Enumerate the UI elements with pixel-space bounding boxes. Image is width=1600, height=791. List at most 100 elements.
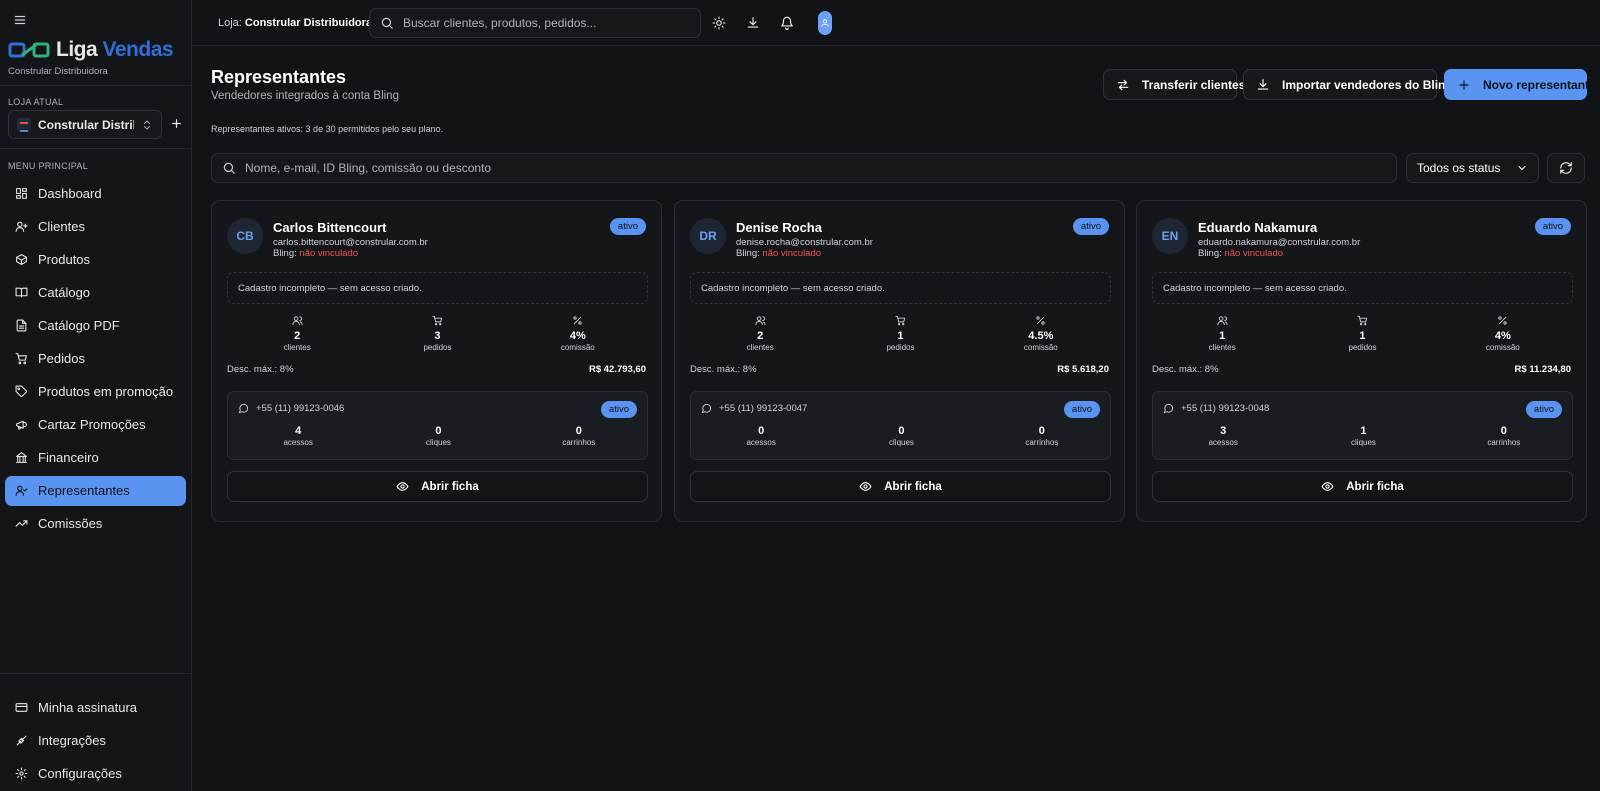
user-check-icon <box>15 484 28 497</box>
open-profile-button[interactable]: Abrir ficha <box>690 471 1111 502</box>
file-icon <box>15 319 28 332</box>
chevron-updown-icon <box>141 119 153 131</box>
incomplete-notice: Cadastro incompleto — sem acesso criado. <box>1152 272 1573 304</box>
sidebar-item-comissoes[interactable]: Comissões <box>5 509 186 539</box>
avatar: CB <box>227 218 263 254</box>
representatives-search-input[interactable] <box>245 161 1396 175</box>
avatar: DR <box>690 218 726 254</box>
stat-value: 2 <box>294 330 301 342</box>
bell-icon[interactable] <box>779 15 795 31</box>
page-subtitle: Vendedores integrados à conta Bling <box>211 90 399 102</box>
menu-icon[interactable] <box>12 12 28 28</box>
menu-label: MENU PRINCIPAL <box>8 161 89 171</box>
max-discount: Desc. máx.: 8% <box>690 364 757 375</box>
stat-label: pedidos <box>1348 343 1377 352</box>
representative-name: Eduardo Nakamura <box>1198 220 1318 235</box>
sidebar-item-label: Cartaz Promoções <box>38 417 146 433</box>
current-store-label: LOJA ATUAL <box>8 97 64 107</box>
phone: +55 (11) 99123-0048 <box>1163 403 1269 414</box>
sales-amount: R$ 11.234,80 <box>1514 364 1571 375</box>
message-icon <box>238 403 249 414</box>
sidebar-item-catalogo-pdf[interactable]: Catálogo PDF <box>5 310 186 340</box>
representative-card: CB Carlos Bittencourt carlos.bittencourt… <box>211 200 662 522</box>
contact-stats: 0 acessos 0 cliques 0 carrinhos <box>691 425 1112 447</box>
sidebar-item-pedidos[interactable]: Pedidos <box>5 343 186 373</box>
swap-icon <box>1116 78 1130 92</box>
user-icon <box>821 19 829 27</box>
stat-commission: 4.5% comissão <box>971 314 1111 352</box>
stat-label: comissão <box>560 343 595 352</box>
refresh-icon <box>1559 161 1573 175</box>
download-icon[interactable] <box>745 15 761 31</box>
sidebar-item-catalogo[interactable]: Catálogo <box>5 277 186 307</box>
stats-row: 2 clientes 1 pedidos 4.5% comissão <box>690 314 1111 352</box>
stat-accesses: 0 acessos <box>746 425 776 447</box>
stat-commission: 4% comissão <box>1433 314 1573 352</box>
contact-stats: 3 acessos 1 cliques 0 carrinhos <box>1153 425 1574 447</box>
stat-clients: 2 clientes <box>690 314 830 352</box>
sidebar-item-label: Catálogo <box>38 284 91 300</box>
transfer-clients-button[interactable]: Transferir clientes <box>1103 69 1245 100</box>
dashboard-icon <box>15 187 28 200</box>
divider <box>0 148 192 149</box>
sidebar-item-label: Comissões <box>38 516 103 532</box>
store-selector[interactable]: Constrular Distrib... <box>8 110 162 139</box>
sidebar-item-minha-assinatura[interactable]: Minha assinatura <box>5 692 186 722</box>
representative-name: Denise Rocha <box>736 220 822 235</box>
message-icon <box>1163 403 1174 414</box>
store-selector-name: Constrular Distrib... <box>38 117 134 132</box>
sidebar-item-dashboard[interactable]: Dashboard <box>5 178 186 208</box>
status-filter-select[interactable]: Todos os status <box>1406 153 1539 183</box>
representative-email: denise.rocha@constrular.com.br <box>736 237 873 248</box>
sidebar-item-integracoes[interactable]: Integrações <box>5 725 186 755</box>
sidebar-item-label: Integrações <box>38 732 106 748</box>
tag-icon <box>15 385 28 398</box>
contact-stats: 4 acessos 0 cliques 0 carrinhos <box>228 425 649 447</box>
sun-icon[interactable] <box>711 15 727 31</box>
open-profile-button[interactable]: Abrir ficha <box>1152 471 1573 502</box>
credit-card-icon <box>15 701 28 714</box>
global-search[interactable] <box>369 8 701 38</box>
users-icon <box>1217 314 1228 326</box>
import-bling-button[interactable]: Importar vendedores do Bling <box>1243 69 1453 100</box>
message-icon <box>701 403 712 414</box>
top-bar: Loja: Constrular Distribuidora <box>192 0 1600 46</box>
users-icon <box>755 314 766 326</box>
sidebar-item-configuracoes[interactable]: Configurações <box>5 758 186 788</box>
bling-status: Bling: não vinculado <box>736 248 822 259</box>
new-representative-button[interactable]: Novo representante <box>1444 69 1596 100</box>
cart-icon <box>432 314 443 326</box>
stat-value: 1 <box>897 330 904 342</box>
sidebar-item-financeiro[interactable]: Financeiro <box>5 443 186 473</box>
incomplete-notice: Cadastro incompleto — sem acesso criado. <box>227 272 648 304</box>
add-store-icon[interactable] <box>170 117 183 130</box>
main-menu: Dashboard Clientes Produtos Catálogo Cat… <box>5 178 186 542</box>
refresh-button[interactable] <box>1547 153 1585 183</box>
global-search-input[interactable] <box>403 16 700 30</box>
open-profile-button[interactable]: Abrir ficha <box>227 471 648 502</box>
sidebar-item-produtos[interactable]: Produtos <box>5 244 186 274</box>
store-logo-icon <box>17 117 31 132</box>
sidebar-item-label: Representantes <box>38 483 130 499</box>
bank-icon <box>15 451 28 464</box>
representatives-search[interactable] <box>211 153 1397 183</box>
sidebar: Liga Vendas Constrular Distribuidora LOJ… <box>0 0 192 791</box>
bling-status: Bling: não vinculado <box>273 248 359 259</box>
sidebar-item-produtos-promocao[interactable]: Produtos em promoção <box>5 377 186 407</box>
phone: +55 (11) 99123-0047 <box>701 403 807 414</box>
users-icon <box>292 314 303 326</box>
stat-carts: 0 carrinhos <box>1487 425 1521 447</box>
user-avatar[interactable] <box>818 11 832 35</box>
bling-status: Bling: não vinculado <box>1198 248 1284 259</box>
sidebar-item-clientes[interactable]: Clientes <box>5 211 186 241</box>
plug-icon <box>15 734 28 747</box>
search-icon <box>222 161 236 175</box>
sidebar-item-label: Dashboard <box>38 185 102 201</box>
stat-carts: 0 carrinhos <box>562 425 596 447</box>
representative-email: eduardo.nakamura@constrular.com.br <box>1198 237 1361 248</box>
sidebar-item-representantes[interactable]: Representantes <box>5 475 186 506</box>
search-icon <box>380 16 394 30</box>
download-icon <box>1256 78 1270 92</box>
max-discount: Desc. máx.: 8% <box>1152 364 1219 375</box>
sidebar-item-cartaz-promocoes[interactable]: Cartaz Promoções <box>5 410 186 440</box>
